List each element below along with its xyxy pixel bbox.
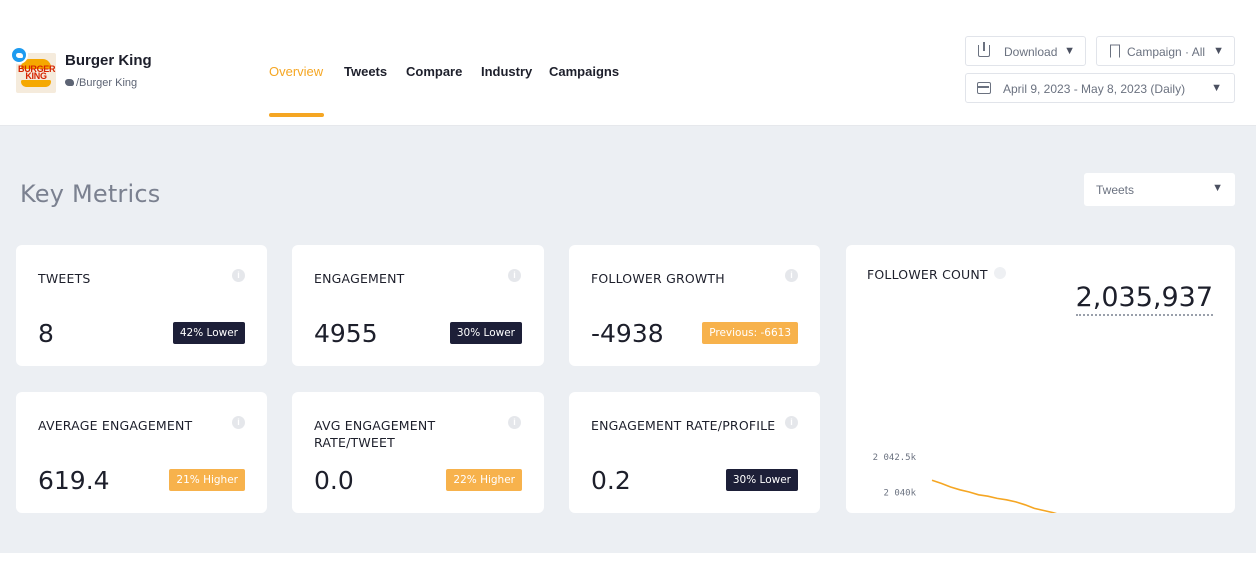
metric-value: 0.2	[591, 466, 631, 495]
metric-card-engagement-rate-profile: ENGAGEMENT RATE/PROFILE i 0.2 30% Lower	[569, 392, 820, 513]
info-icon[interactable]: i	[232, 269, 245, 282]
metric-filter-value: Tweets	[1096, 183, 1135, 197]
metric-card-follower-growth: FOLLOWER GROWTH i -4938 Previous: -6613	[569, 245, 820, 366]
metric-label: TWEETS	[38, 271, 91, 286]
download-icon	[978, 42, 990, 57]
brand-handle: /Burger King	[65, 77, 137, 89]
metric-value: 619.4	[38, 466, 110, 495]
caret-down-icon: ▼	[1211, 82, 1222, 94]
metric-card-average-engagement: AVERAGE ENGAGEMENT i 619.4 21% Higher	[16, 392, 267, 513]
comparison-badge: Previous: -6613	[702, 322, 798, 344]
metric-label: ENGAGEMENT RATE/PROFILE	[591, 418, 776, 433]
series-line-followers[interactable]	[931, 479, 1202, 513]
metric-label: AVERAGE ENGAGEMENT	[38, 418, 193, 433]
tab-campaigns[interactable]: Campaigns	[549, 64, 619, 79]
twitter-badge-icon	[10, 46, 28, 64]
active-tab-indicator	[269, 113, 324, 117]
metric-value: 0.0	[314, 466, 354, 495]
top-header: BURGER KING Burger King /Burger King Ove…	[0, 0, 1256, 126]
date-range-label: April 9, 2023 - May 8, 2023 (Daily)	[1003, 82, 1186, 96]
brand-name: Burger King	[65, 52, 152, 69]
caret-down-icon: ▼	[1212, 182, 1223, 194]
follower-count-card: FOLLOWER COUNT 2,035,937 2 042.5k2 040k2…	[846, 245, 1235, 513]
metric-value: 4955	[314, 319, 378, 348]
download-button[interactable]: Download ▼	[965, 36, 1086, 66]
metric-card-avg-engagement-rate-tweet: AVG ENGAGEMENT RATE/TWEET i 0.0 22% High…	[292, 392, 544, 513]
info-icon[interactable]: i	[508, 416, 521, 429]
comparison-badge: 22% Higher	[446, 469, 522, 491]
section-title: Key Metrics	[20, 180, 161, 208]
y-tick-label: 2 042.5k	[873, 453, 917, 463]
info-icon[interactable]: i	[232, 416, 245, 429]
brand-handle-text: /Burger King	[76, 77, 138, 89]
metric-filter-select[interactable]: Tweets ▼	[1084, 173, 1235, 206]
follower-line-chart: 2 042.5k2 040k2 037.5k2 035k10. Apr17. A…	[873, 453, 1202, 513]
info-icon[interactable]: i	[785, 269, 798, 282]
date-range-picker[interactable]: April 9, 2023 - May 8, 2023 (Daily) ▼	[965, 73, 1235, 103]
tab-tweets[interactable]: Tweets	[344, 64, 387, 79]
metric-label: FOLLOWER GROWTH	[591, 271, 725, 286]
caret-down-icon: ▼	[1064, 45, 1075, 57]
brand-block: BURGER KING Burger King /Burger King	[10, 46, 250, 96]
calendar-icon	[977, 82, 991, 94]
campaign-label: Campaign · All	[1127, 45, 1206, 59]
y-tick-label: 2 040k	[883, 489, 916, 499]
metric-value: 8	[38, 319, 54, 348]
comparison-badge: 42% Lower	[172, 322, 245, 344]
download-label: Download	[1004, 45, 1058, 59]
twitter-bird-icon	[65, 79, 74, 86]
logo-text: BURGER KING	[18, 64, 56, 81]
metric-card-tweets: TWEETS i 8 42% Lower	[16, 245, 267, 366]
bookmark-icon	[1110, 44, 1120, 58]
tab-industry[interactable]: Industry	[481, 64, 532, 79]
comparison-badge: 30% Lower	[725, 469, 798, 491]
dashboard-body: Key Metrics Tweets ▼ TWEETS i 8 42% Lowe…	[0, 126, 1256, 553]
tab-compare[interactable]: Compare	[406, 64, 462, 79]
metric-card-engagement: ENGAGEMENT i 4955 30% Lower	[292, 245, 544, 366]
comparison-badge: 30% Lower	[449, 322, 522, 344]
tab-overview[interactable]: Overview	[269, 64, 323, 79]
logo-bun-bottom	[21, 80, 51, 87]
metric-label: ENGAGEMENT	[314, 271, 405, 286]
campaign-dropdown[interactable]: Campaign · All ▼	[1096, 36, 1235, 66]
metric-value: -4938	[591, 319, 664, 348]
metric-label: AVG ENGAGEMENT RATE/TWEET	[314, 418, 436, 450]
comparison-badge: 21% Higher	[169, 469, 245, 491]
info-icon[interactable]: i	[508, 269, 521, 282]
caret-down-icon: ▼	[1213, 45, 1224, 57]
info-icon[interactable]: i	[785, 416, 798, 429]
